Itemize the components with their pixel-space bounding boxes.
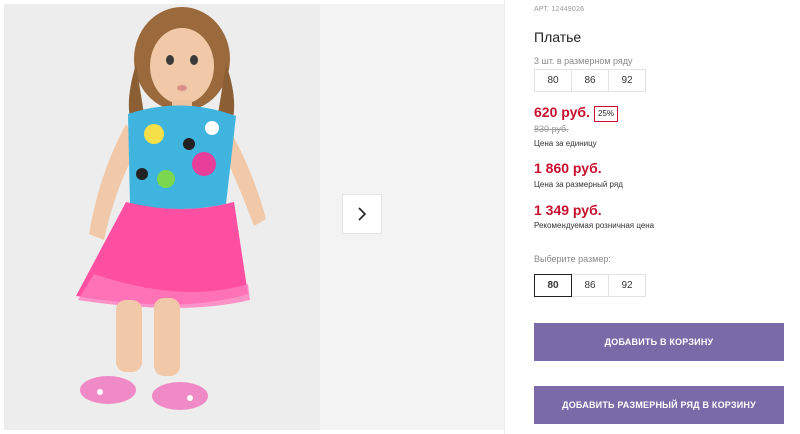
discount-badge: 25%	[594, 106, 619, 122]
pack-size-80: 80	[534, 69, 572, 92]
pack-price-note: Цена за размерный ряд	[534, 180, 623, 189]
pack-size-86: 86	[571, 69, 609, 92]
product-title: Платье	[534, 29, 582, 45]
chevron-right-icon	[358, 207, 367, 221]
product-gallery	[0, 0, 508, 434]
size-picker: 80 86 92	[534, 274, 646, 297]
add-to-cart-button[interactable]: ДОБАВИТЬ В КОРЗИНУ	[534, 323, 784, 361]
old-price: 830 руб.	[534, 124, 569, 134]
pack-size-92: 92	[608, 69, 646, 92]
unit-price: 620 руб.	[534, 104, 590, 120]
size-option-92[interactable]: 92	[608, 274, 646, 297]
choose-size-label: Выберите размер:	[534, 254, 611, 264]
size-option-80[interactable]: 80	[534, 274, 572, 297]
pack-size-list: 80 86 92	[534, 69, 646, 92]
product-photo[interactable]	[4, 4, 320, 430]
retail-price-note: Рекомендуемая розничная цена	[534, 221, 655, 230]
divider	[504, 0, 505, 434]
add-pack-to-cart-button[interactable]: ДОБАВИТЬ РАЗМЕРНЫЙ РЯД В КОРЗИНУ	[534, 386, 784, 424]
unit-price-note: Цена за единицу	[534, 139, 597, 148]
retail-price: 1 349 руб.	[534, 202, 602, 218]
next-image-button[interactable]	[342, 194, 382, 234]
pack-quantity-label: 3 шт. в размерном ряду	[534, 56, 633, 66]
child-in-dress-illustration	[4, 4, 320, 430]
size-option-86[interactable]: 86	[571, 274, 609, 297]
pack-price: 1 860 руб.	[534, 160, 602, 176]
article-number: АРТ. 12449026	[534, 6, 585, 13]
